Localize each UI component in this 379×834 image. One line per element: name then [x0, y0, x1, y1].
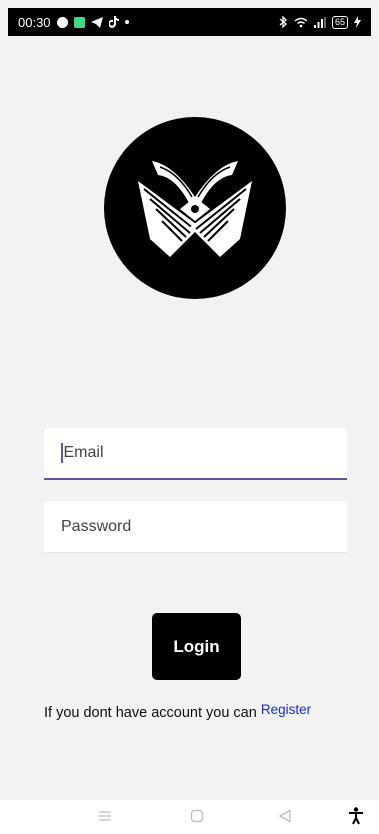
password-field[interactable]: Password — [44, 501, 347, 553]
register-prompt-text: If you dont have account you can — [44, 705, 257, 721]
login-button[interactable]: Login — [152, 613, 241, 680]
tiktok-icon — [108, 16, 119, 28]
email-field[interactable]: Email — [44, 428, 347, 480]
bluetooth-icon — [279, 16, 287, 28]
home-icon[interactable] — [190, 809, 204, 823]
navigation-bar — [0, 800, 379, 834]
crossed-books-logo — [104, 117, 286, 299]
signal-icon — [313, 16, 326, 28]
register-link[interactable]: Register — [261, 702, 311, 717]
text-caret — [61, 443, 63, 463]
wifi-icon — [294, 17, 308, 27]
battery-icon: 65 — [331, 15, 348, 29]
menu-icon[interactable] — [98, 809, 112, 823]
email-placeholder: Email — [63, 444, 104, 461]
clock: 00:30 — [18, 14, 51, 30]
app-icon — [73, 16, 85, 28]
spotify-icon — [56, 16, 68, 28]
register-prompt: If you dont have account you can Registe… — [44, 702, 364, 721]
telegram-icon — [90, 16, 103, 28]
accessibility-icon[interactable] — [348, 807, 364, 825]
dot-icon — [124, 20, 129, 24]
status-bar-left: 00:30 — [18, 15, 129, 30]
back-icon[interactable] — [278, 809, 292, 823]
status-bar: 00:30 65 — [8, 8, 371, 36]
status-bar-right: 65 — [279, 15, 361, 29]
charging-icon — [354, 16, 361, 28]
password-placeholder: Password — [61, 517, 132, 535]
